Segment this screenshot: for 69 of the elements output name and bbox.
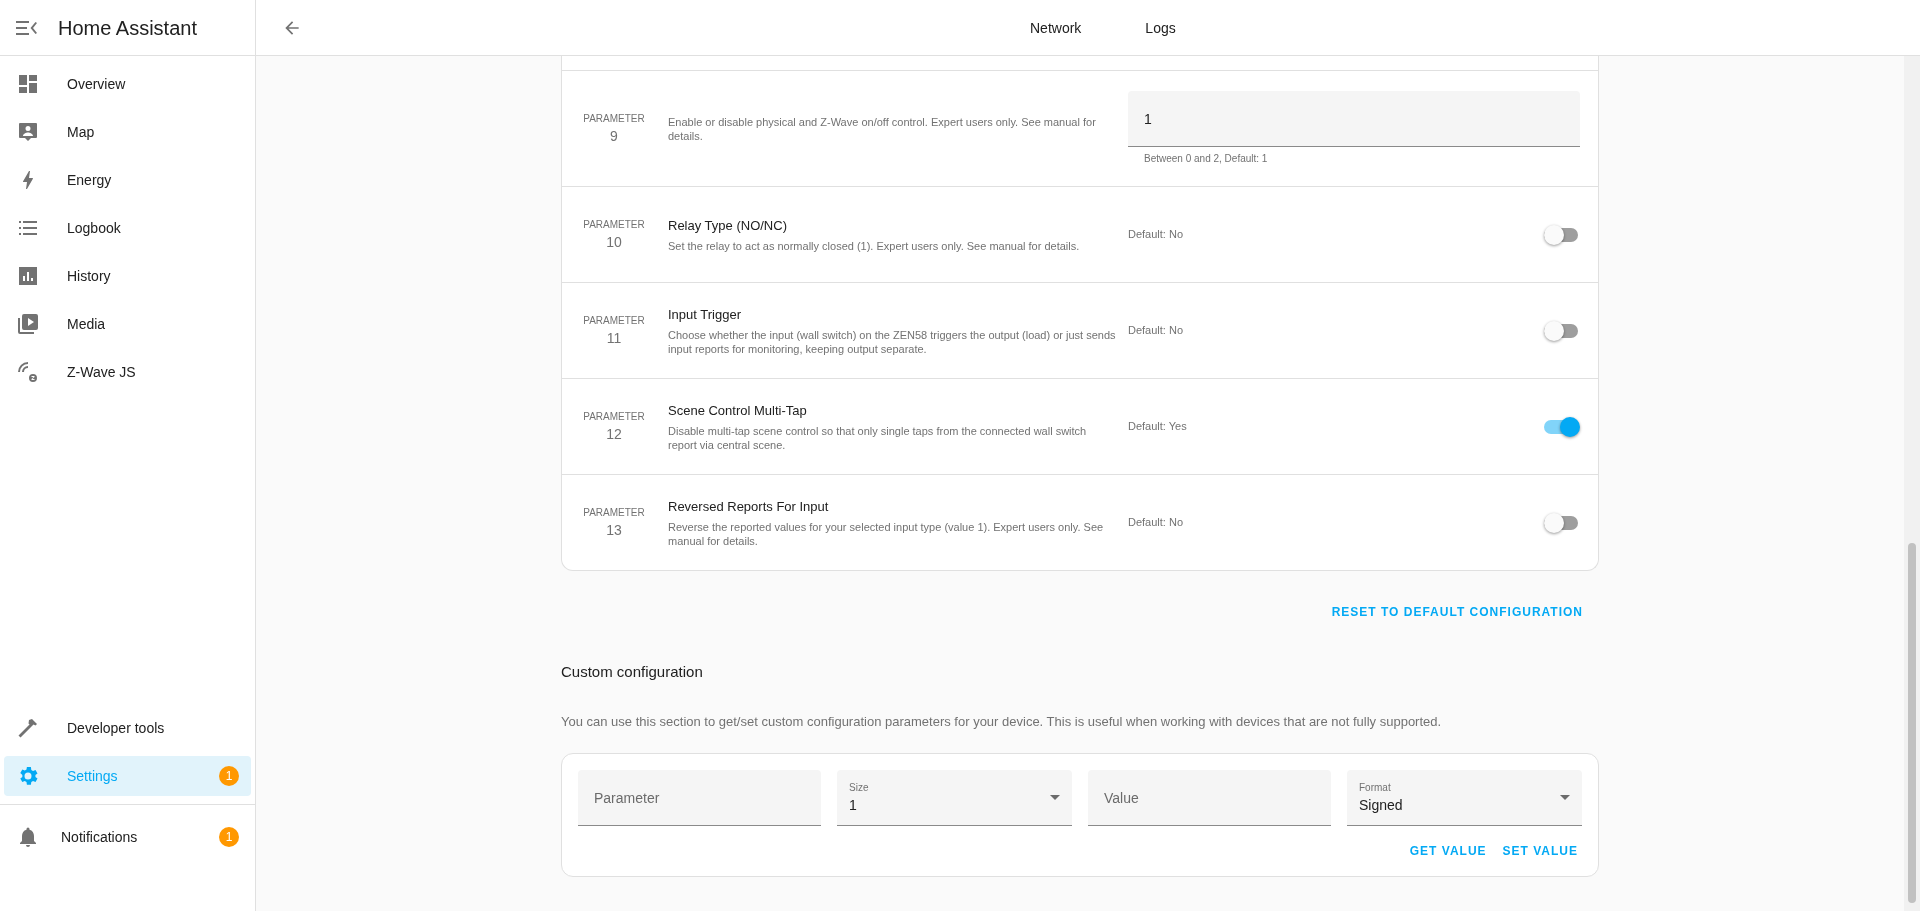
default-value-label: Default: Yes xyxy=(1128,419,1188,435)
sidebar-item-label: Logbook xyxy=(67,219,122,238)
parameter-number: 11 xyxy=(606,329,622,348)
input-field[interactable]: Parameter xyxy=(578,770,821,826)
parameter-number: 10 xyxy=(606,233,622,252)
default-value-label: Default: No xyxy=(1128,227,1185,243)
dashboard-icon xyxy=(16,72,40,96)
sidebar-item[interactable]: Z-Wave JS xyxy=(4,352,251,392)
sidebar-item[interactable]: Map xyxy=(4,112,251,152)
default-value-label: Default: No xyxy=(1128,323,1185,339)
sidebar-item-label: History xyxy=(67,267,112,286)
default-value-label: Default: No xyxy=(1128,515,1185,531)
notification-count: 1 xyxy=(219,827,239,847)
play-library-icon xyxy=(16,312,40,336)
parameter-title: Relay Type (NO/NC) xyxy=(668,216,788,235)
parameter-description: Enable or disable physical and Z-Wave on/off control. Expert users only. See manual for details. xyxy=(668,114,1097,143)
sidebar-item-label: Map xyxy=(67,123,96,142)
header-tab[interactable]: Network xyxy=(1030,0,1082,56)
sidebar-item-label: Developer tools xyxy=(67,719,166,738)
parameter-number: 9 xyxy=(610,127,618,146)
sidebar-item[interactable]: Energy xyxy=(4,160,251,200)
scrollbar[interactable] xyxy=(1904,56,1920,911)
parameter-caption: PARAMETER xyxy=(583,112,645,126)
parameter-description: Disable multi-tap scene control so that only single taps from the connected wall switch report via central scene. xyxy=(668,424,1088,453)
sidebar-item-label: Z-Wave JS xyxy=(67,363,137,382)
parameter-caption: PARAMETER xyxy=(583,314,645,328)
sidebar-item[interactable]: Logbook xyxy=(4,208,251,248)
parameter-title: Reversed Reports For Input xyxy=(668,497,830,516)
parameter-caption: PARAMETER xyxy=(583,410,645,424)
sidebar-item-label: Overview xyxy=(67,75,127,94)
section-heading: Custom configuration xyxy=(561,662,704,682)
header-tab[interactable]: Logs xyxy=(1145,0,1176,56)
menu-collapse-icon[interactable] xyxy=(16,19,38,36)
dropdown-caret-icon xyxy=(1560,795,1570,800)
bar-chart-icon xyxy=(16,264,40,288)
toggle-switch[interactable] xyxy=(1544,224,1580,245)
wireless-signal-icon xyxy=(16,360,40,384)
parameter-description: Reverse the reported values for your selected input type (value 1). Expert users only. See manual for details. xyxy=(668,520,1105,549)
parameter-caption: PARAMETER xyxy=(583,506,645,520)
sidebar-item[interactable]: Developer tools xyxy=(4,708,251,748)
hammer-icon xyxy=(16,716,40,740)
map-pin-person-icon xyxy=(16,120,40,144)
sidebar-item[interactable]: Overview xyxy=(4,64,251,104)
toggle-switch[interactable] xyxy=(1544,512,1580,533)
parameter-title: Input Trigger xyxy=(668,305,742,324)
number-field[interactable]: 1 xyxy=(1128,91,1580,147)
parameter-description: Choose whether the input (wall switch) on the ZEN58 triggers the output (load) or just sends input reports for monitoring, keeping output separate. xyxy=(668,328,1116,357)
parameter-description: Set the relay to act as normally closed (1). Expert users only. See manual for details. xyxy=(668,239,1081,254)
field-helper-text: Between 0 and 2, Default: 1 xyxy=(1143,152,1269,166)
sidebar-item-label: Energy xyxy=(67,171,113,190)
sidebar-item-label: Media xyxy=(67,315,107,334)
sidebar-item-label: Settings xyxy=(67,767,119,786)
parameter-caption: PARAMETER xyxy=(583,218,645,232)
toggle-switch[interactable] xyxy=(1544,416,1580,437)
dropdown-caret-icon xyxy=(1050,795,1060,800)
notification-count: 1 xyxy=(219,766,239,786)
notifications-item[interactable]: Notifications 1 xyxy=(4,813,251,861)
sidebar-item[interactable]: Media xyxy=(4,304,251,344)
section-description: You can use this section to get/set custom configuration parameters for your device. This is useful when working with devices that are not fully supported. xyxy=(561,712,1443,731)
parameter-title: Scene Control Multi-Tap xyxy=(668,401,808,420)
sidebar-item-label: Notifications xyxy=(61,828,139,847)
input-field[interactable]: Value xyxy=(1088,770,1331,826)
parameter-number: 12 xyxy=(606,425,622,444)
select-field[interactable]: Size 1 xyxy=(837,770,1072,826)
select-field[interactable]: Format Signed xyxy=(1347,770,1582,826)
parameter-number: 13 xyxy=(606,521,622,540)
app-title: Home Assistant xyxy=(58,15,197,41)
toggle-switch[interactable] xyxy=(1544,320,1580,341)
sidebar-item[interactable]: History xyxy=(4,256,251,296)
